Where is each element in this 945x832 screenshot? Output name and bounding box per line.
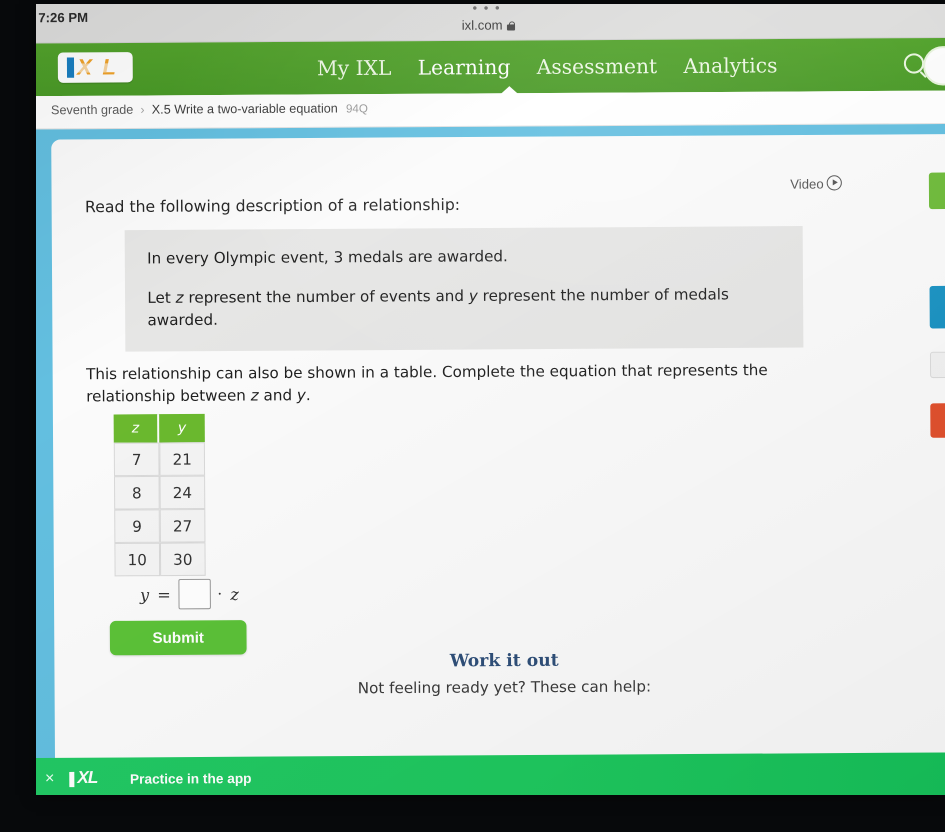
- submit-button[interactable]: Submit: [109, 620, 247, 656]
- avatar[interactable]: [923, 45, 945, 86]
- cell-y: 27: [159, 509, 206, 543]
- photographed-screen: 7:26 PM ••• ixl.com X L My IXL Learning …: [0, 0, 945, 832]
- breadcrumb-separator: ›: [140, 102, 145, 117]
- question-card: Video Read the following description of …: [51, 134, 945, 773]
- rail-tile-blue[interactable]: [929, 285, 945, 329]
- table-row: 7 21: [113, 442, 206, 477]
- description-box: In every Olympic event, 3 medals are awa…: [124, 226, 804, 352]
- nav-items: My IXL Learning Assessment Analytics: [317, 39, 778, 94]
- cell-z: 10: [114, 542, 161, 577]
- nav-item-assessment[interactable]: Assessment: [537, 54, 658, 79]
- logo-sheen: [74, 63, 126, 73]
- right-sidebar-rail: [928, 164, 945, 706]
- video-label-text: Video: [790, 176, 824, 192]
- cell-z: 9: [114, 509, 160, 543]
- play-icon: [826, 175, 842, 191]
- rail-tile-red[interactable]: [930, 403, 945, 438]
- equation-operator: ·: [217, 584, 223, 604]
- search-icon[interactable]: [903, 53, 925, 74]
- app-logo-xl: XL: [77, 767, 98, 788]
- desc-text-b: represent the number of events and: [183, 287, 469, 308]
- description-line-1: In every Olympic event, 3 medals are awa…: [147, 247, 508, 268]
- app-logo-i-bar: [69, 771, 75, 788]
- table-header-z: z: [113, 414, 160, 443]
- desc-text-a: Let: [147, 288, 176, 308]
- table-row: 8 24: [113, 475, 206, 510]
- table-header-row: z y: [113, 413, 205, 443]
- instruction-text-a: This relationship can also be shown in a…: [85, 360, 768, 406]
- app-promo-banner: × XL Practice in the app: [36, 752, 945, 795]
- description-line-2: Let z represent the number of events and…: [147, 284, 781, 331]
- page-body: Video Read the following description of …: [36, 123, 945, 795]
- equation-equals: =: [157, 584, 171, 604]
- ixl-logo[interactable]: X L: [57, 52, 133, 83]
- table-row: 10 30: [114, 542, 206, 577]
- rail-tile-white[interactable]: [929, 351, 945, 379]
- equation-rhs: z: [230, 584, 239, 604]
- cell-z: 8: [113, 475, 160, 510]
- relationship-table: z y 7 21 8 24 9 27 10 30: [113, 413, 206, 577]
- lock-icon: [507, 21, 515, 30]
- breadcrumb-bar: Seventh grade › X.5 Write a two-variable e…: [36, 90, 945, 130]
- device-screen: 7:26 PM ••• ixl.com X L My IXL Learning …: [36, 4, 945, 795]
- answer-equation: y = · z: [139, 578, 239, 610]
- instruction-text-end: .: [305, 385, 311, 404]
- cell-y: 21: [159, 442, 206, 476]
- browser-menu-dots[interactable]: •••: [36, 4, 945, 16]
- table-header-y: y: [159, 413, 205, 443]
- breadcrumb: Seventh grade › X.5 Write a two-variable e…: [51, 101, 368, 117]
- rail-tile-green[interactable]: [928, 172, 945, 210]
- table-row: 9 27: [114, 509, 206, 543]
- close-icon[interactable]: ×: [45, 770, 55, 787]
- breadcrumb-grade[interactable]: Seventh grade: [51, 103, 133, 118]
- instruction-var-y: y: [296, 385, 306, 404]
- app-banner-text[interactable]: Practice in the app: [130, 771, 252, 787]
- main-navbar: X L My IXL Learning Assessment Analytics: [36, 37, 945, 97]
- not-ready-text: Not feeling ready yet? These can help:: [357, 677, 652, 698]
- instruction-text: This relationship can also be shown in a…: [86, 360, 810, 408]
- cell-y: 30: [159, 542, 206, 577]
- cell-y: 24: [159, 475, 206, 510]
- answer-input[interactable]: [178, 578, 212, 610]
- nav-item-learning[interactable]: Learning: [418, 55, 511, 80]
- nav-item-my-ixl[interactable]: My IXL: [317, 56, 392, 81]
- breadcrumb-lesson[interactable]: X.5 Write a two-variable equation: [152, 101, 338, 116]
- cell-z: 7: [113, 442, 160, 477]
- logo-i-bar: [66, 57, 75, 78]
- desc-var-y: y: [468, 287, 478, 306]
- video-link[interactable]: Video: [790, 175, 842, 192]
- app-banner-logo: XL: [69, 767, 122, 790]
- question-prompt: Read the following description of a rela…: [84, 195, 461, 217]
- browser-status-bar: 7:26 PM ••• ixl.com: [36, 4, 945, 44]
- work-it-out-heading[interactable]: Work it out: [54, 648, 945, 674]
- url-bar[interactable]: ixl.com: [36, 15, 945, 36]
- url-text: ixl.com: [461, 17, 503, 33]
- instruction-text-mid: and: [258, 385, 297, 405]
- nav-item-analytics[interactable]: Analytics: [683, 53, 777, 78]
- equation-lhs: y: [139, 584, 150, 605]
- question-count: 94Q: [345, 103, 368, 116]
- desc-var-z: z: [175, 288, 184, 308]
